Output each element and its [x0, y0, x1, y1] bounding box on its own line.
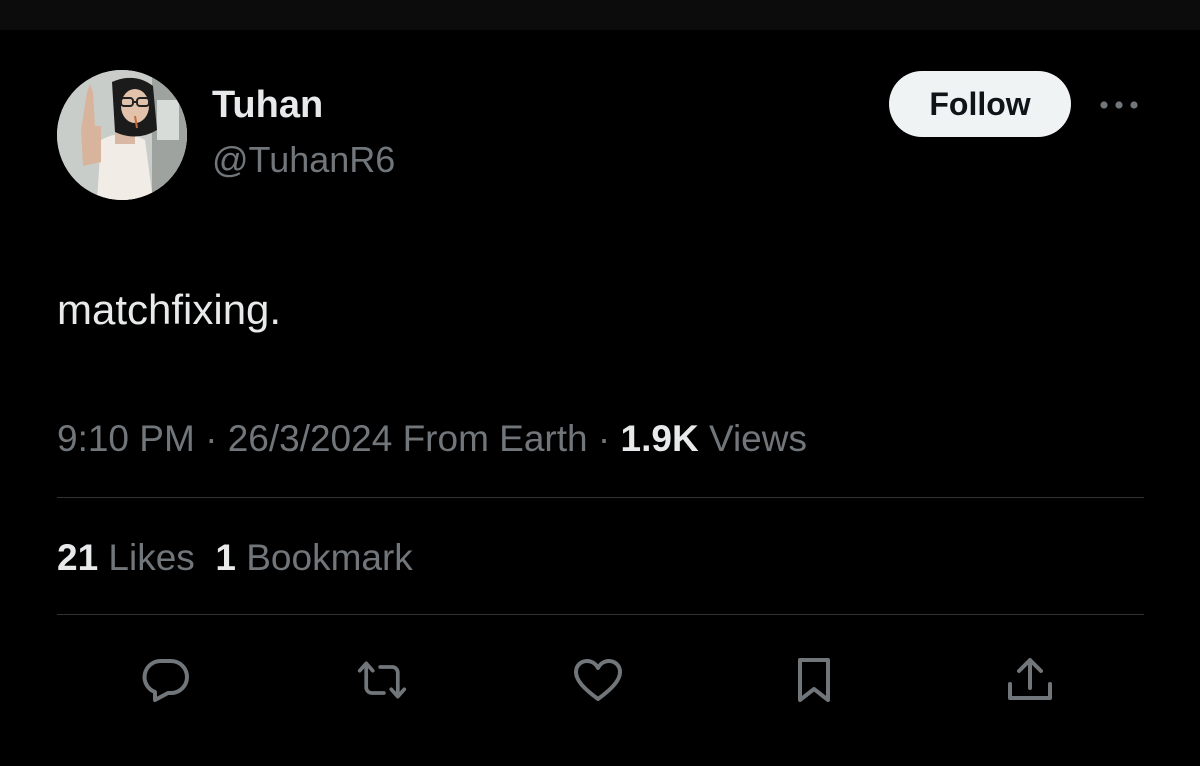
meta-separator: ·	[587, 418, 621, 459]
avatar-image	[57, 70, 187, 200]
author-handle[interactable]: @TuhanR6	[212, 138, 395, 182]
tweet-date[interactable]: 26/3/2024	[228, 418, 393, 459]
tweet-meta: 9:10 PM · 26/3/2024 From Earth · 1.9K Vi…	[57, 417, 807, 461]
views-label: Views	[698, 418, 807, 459]
likes-label: Likes	[98, 537, 195, 578]
likes-stat[interactable]: 21 Likes	[57, 537, 195, 578]
more-options-button[interactable]	[1094, 88, 1144, 122]
tweet-text: matchfixing.	[57, 286, 282, 333]
bookmarks-count: 1	[215, 537, 236, 578]
tweet-source: From Earth	[392, 418, 588, 459]
retweet-button[interactable]	[356, 654, 408, 706]
share-button[interactable]	[1004, 654, 1056, 706]
likes-count: 21	[57, 537, 99, 578]
divider	[57, 614, 1144, 615]
reply-button[interactable]	[140, 654, 192, 706]
bookmark-button[interactable]	[788, 654, 840, 706]
avatar[interactable]	[57, 70, 187, 200]
share-icon	[1008, 658, 1052, 700]
bookmarks-stat[interactable]: 1 Bookmark	[215, 537, 412, 578]
tweet-time[interactable]: 9:10 PM	[57, 418, 195, 459]
reply-icon	[142, 658, 189, 702]
divider	[57, 497, 1144, 498]
bookmarks-label: Bookmark	[235, 537, 413, 578]
bookmark-icon	[798, 658, 830, 702]
views-count: 1.9K	[620, 418, 699, 459]
meta-separator: ·	[194, 418, 228, 459]
follow-button[interactable]: Follow	[889, 71, 1071, 137]
like-button[interactable]	[572, 654, 624, 706]
like-icon	[574, 659, 622, 701]
tweet-stats: 21 Likes 1 Bookmark	[57, 536, 413, 580]
top-status-strip	[0, 0, 1200, 30]
retweet-icon	[357, 661, 407, 699]
author-display-name[interactable]: Tuhan	[212, 82, 323, 128]
more-horizontal-icon	[1100, 101, 1138, 109]
